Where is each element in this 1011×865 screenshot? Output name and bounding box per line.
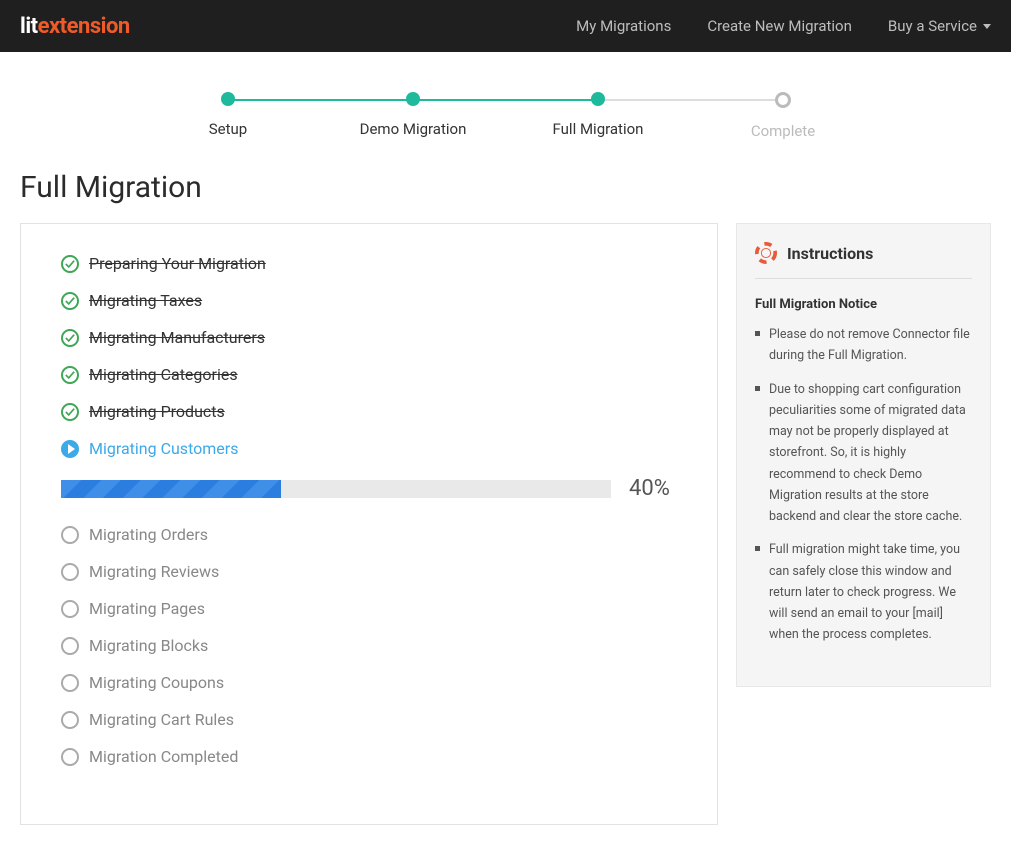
step-connector bbox=[598, 99, 783, 101]
task-label: Preparing Your Migration bbox=[89, 254, 266, 273]
step-dot-icon bbox=[591, 92, 605, 106]
logo-part1: lit bbox=[20, 14, 38, 39]
checkmark-icon bbox=[61, 255, 79, 273]
nav-buy-a-service[interactable]: Buy a Service bbox=[888, 17, 991, 35]
task-label: Migrating Customers bbox=[89, 439, 238, 458]
task-label: Migrating Reviews bbox=[89, 562, 219, 581]
notice-list: Please do not remove Connector file duri… bbox=[755, 324, 972, 646]
checkmark-icon bbox=[61, 366, 79, 384]
task-item-done: Migrating Manufacturers bbox=[61, 328, 677, 347]
notice-item: Full migration might take time, you can … bbox=[755, 539, 972, 645]
task-item-pending: Migrating Reviews bbox=[61, 562, 677, 581]
instructions-title: Instructions bbox=[787, 244, 873, 263]
nav-create-new-migration[interactable]: Create New Migration bbox=[707, 17, 852, 35]
step-dot-icon bbox=[221, 92, 235, 106]
task-label: Migrating Categories bbox=[89, 365, 238, 384]
step-label: Demo Migration bbox=[360, 120, 467, 138]
task-item-done: Preparing Your Migration bbox=[61, 254, 677, 273]
caret-down-icon bbox=[983, 24, 991, 29]
lifebuoy-icon bbox=[755, 242, 777, 264]
task-label: Migrating Pages bbox=[89, 599, 205, 618]
task-item-pending: Migrating Orders bbox=[61, 525, 677, 544]
play-icon bbox=[61, 440, 79, 458]
step-label: Complete bbox=[751, 122, 815, 140]
notice-item: Please do not remove Connector file duri… bbox=[755, 324, 972, 367]
step-dot-icon bbox=[406, 92, 420, 106]
step-setup: Setup bbox=[136, 92, 321, 138]
progress-stepper: Setup Demo Migration Full Migration Comp… bbox=[116, 92, 896, 140]
task-label: Migrating Cart Rules bbox=[89, 710, 234, 729]
task-label: Migrating Blocks bbox=[89, 636, 208, 655]
notice-item: Due to shopping cart configuration pecul… bbox=[755, 379, 972, 528]
task-item-pending: Migrating Pages bbox=[61, 599, 677, 618]
task-label: Migration Completed bbox=[89, 747, 238, 766]
instructions-header: Instructions bbox=[755, 242, 972, 279]
task-item-pending: Migrating Coupons bbox=[61, 673, 677, 692]
progress-bar bbox=[61, 480, 611, 498]
nav-my-migrations[interactable]: My Migrations bbox=[576, 17, 671, 35]
circle-icon bbox=[61, 637, 79, 655]
task-label: Migrating Taxes bbox=[89, 291, 202, 310]
page-title: Full Migration bbox=[20, 170, 991, 205]
progress-percent: 40% bbox=[629, 476, 677, 501]
step-connector bbox=[413, 99, 598, 101]
progress-fill bbox=[61, 480, 281, 498]
nav-buy-a-service-label: Buy a Service bbox=[888, 17, 977, 35]
task-item-done: Migrating Taxes bbox=[61, 291, 677, 310]
task-item-done: Migrating Categories bbox=[61, 365, 677, 384]
circle-icon bbox=[61, 600, 79, 618]
task-label: Migrating Coupons bbox=[89, 673, 224, 692]
circle-icon bbox=[61, 748, 79, 766]
checkmark-icon bbox=[61, 292, 79, 310]
progress-row: 40% bbox=[61, 476, 677, 501]
task-item-pending: Migrating Blocks bbox=[61, 636, 677, 655]
step-label: Setup bbox=[209, 120, 247, 138]
content-row: Preparing Your Migration Migrating Taxes… bbox=[20, 223, 991, 825]
checkmark-icon bbox=[61, 329, 79, 347]
task-label: Migrating Orders bbox=[89, 525, 208, 544]
instructions-panel: Instructions Full Migration Notice Pleas… bbox=[736, 223, 991, 687]
migration-tasks-panel: Preparing Your Migration Migrating Taxes… bbox=[20, 223, 718, 825]
logo[interactable]: litextension bbox=[20, 14, 130, 39]
circle-icon bbox=[61, 674, 79, 692]
page-content: Full Migration Preparing Your Migration … bbox=[0, 170, 1011, 865]
navbar: litextension My Migrations Create New Mi… bbox=[0, 0, 1011, 52]
task-item-pending: Migration Completed bbox=[61, 747, 677, 766]
circle-icon bbox=[61, 711, 79, 729]
step-label: Full Migration bbox=[553, 120, 644, 138]
step-connector bbox=[228, 99, 413, 101]
task-list: Preparing Your Migration Migrating Taxes… bbox=[61, 254, 677, 766]
circle-icon bbox=[61, 563, 79, 581]
logo-part2: extension bbox=[38, 14, 130, 39]
notice-title: Full Migration Notice bbox=[755, 297, 972, 312]
task-item-pending: Migrating Cart Rules bbox=[61, 710, 677, 729]
step-dot-icon bbox=[775, 92, 791, 108]
circle-icon bbox=[61, 526, 79, 544]
task-label: Migrating Manufacturers bbox=[89, 328, 265, 347]
task-item-done: Migrating Products bbox=[61, 402, 677, 421]
task-item-current: Migrating Customers bbox=[61, 439, 677, 458]
task-label: Migrating Products bbox=[89, 402, 225, 421]
checkmark-icon bbox=[61, 403, 79, 421]
nav-links: My Migrations Create New Migration Buy a… bbox=[576, 17, 991, 35]
